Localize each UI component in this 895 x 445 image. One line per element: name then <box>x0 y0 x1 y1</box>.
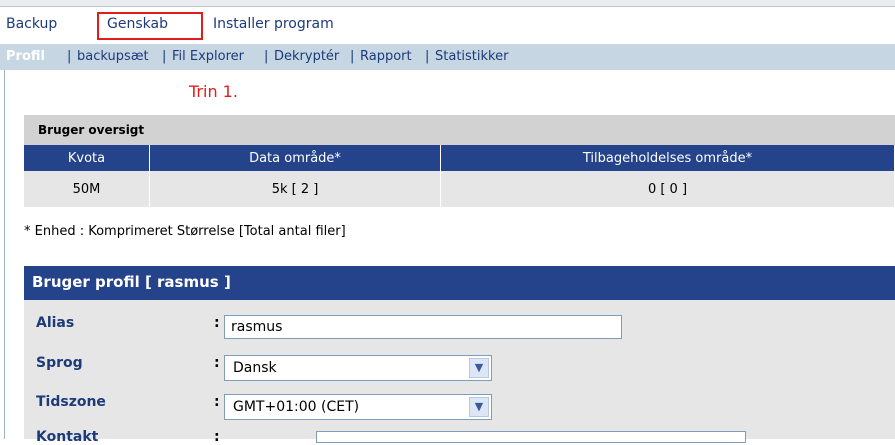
table-row: 50M 5k [ 2 ] 0 [ 0 ] <box>24 171 895 207</box>
separator: | <box>67 49 72 64</box>
nav-genskab[interactable]: Genskab <box>107 16 168 32</box>
tab-fil-explorer[interactable]: Fil Explorer <box>172 49 244 64</box>
separator: | <box>264 49 269 64</box>
summary-table: Kvota Data område* Tilbageholdelses områ… <box>24 145 895 207</box>
profile-form: Alias : rasmus Sprog : Dansk ▼ Tidszone … <box>24 300 895 445</box>
separator: | <box>350 49 355 64</box>
sprog-colon: : <box>214 355 220 371</box>
kontakt-label: Kontakt <box>36 429 99 445</box>
tab-dekrypter[interactable]: Dekryptér <box>274 49 339 64</box>
separator: | <box>425 49 430 64</box>
left-border-line <box>4 70 5 439</box>
column-header-tilbageholdelses-omraade: Tilbageholdelses område* <box>440 145 895 171</box>
alias-label: Alias <box>36 315 75 331</box>
sub-navigation: Profil | backupsæt | Fil Explorer | Dekr… <box>0 44 895 70</box>
kontakt-input[interactable] <box>316 431 746 443</box>
profile-header: Bruger profil [ rasmus ] <box>24 266 895 300</box>
sprog-select[interactable]: Dansk ▼ <box>224 355 492 381</box>
tidszone-value: GMT+01:00 (CET) <box>233 399 360 415</box>
sprog-label: Sprog <box>36 355 83 371</box>
chevron-down-icon[interactable]: ▼ <box>469 358 489 378</box>
summary-header-row: Kvota Data område* Tilbageholdelses områ… <box>24 145 895 171</box>
tab-profil[interactable]: Profil <box>6 49 45 64</box>
top-border-bar <box>0 0 895 7</box>
chevron-down-icon[interactable]: ▼ <box>469 397 489 417</box>
step-label: Trin 1. <box>189 82 238 101</box>
unit-note: * Enhed : Komprimeret Størrelse [Total a… <box>24 224 346 239</box>
column-header-kvota: Kvota <box>24 145 150 171</box>
cell-tilbageholdelses-omraade: 0 [ 0 ] <box>440 171 895 207</box>
tidszone-colon: : <box>214 394 220 410</box>
nav-installer-program[interactable]: Installer program <box>213 16 334 32</box>
summary-header: Bruger oversigt <box>24 115 895 145</box>
tab-statistikker[interactable]: Statistikker <box>435 49 508 64</box>
separator: | <box>162 49 167 64</box>
summary-title: Bruger oversigt <box>38 123 145 137</box>
tab-rapport[interactable]: Rapport <box>360 49 412 64</box>
alias-input[interactable]: rasmus <box>224 315 622 339</box>
column-header-data-omraade: Data område* <box>149 145 441 171</box>
cell-kvota: 50M <box>24 171 150 207</box>
alias-colon: : <box>214 315 220 331</box>
kontakt-colon: : <box>214 429 220 445</box>
main-navigation: Backup Genskab Installer program <box>0 12 895 40</box>
tidszone-select[interactable]: GMT+01:00 (CET) ▼ <box>224 394 492 420</box>
sprog-value: Dansk <box>233 360 277 376</box>
tidszone-label: Tidszone <box>36 394 106 410</box>
nav-backup[interactable]: Backup <box>6 16 57 32</box>
tab-backupsaet[interactable]: backupsæt <box>77 49 149 64</box>
cell-data-omraade: 5k [ 2 ] <box>149 171 441 207</box>
profile-title: Bruger profil [ rasmus ] <box>32 273 231 291</box>
